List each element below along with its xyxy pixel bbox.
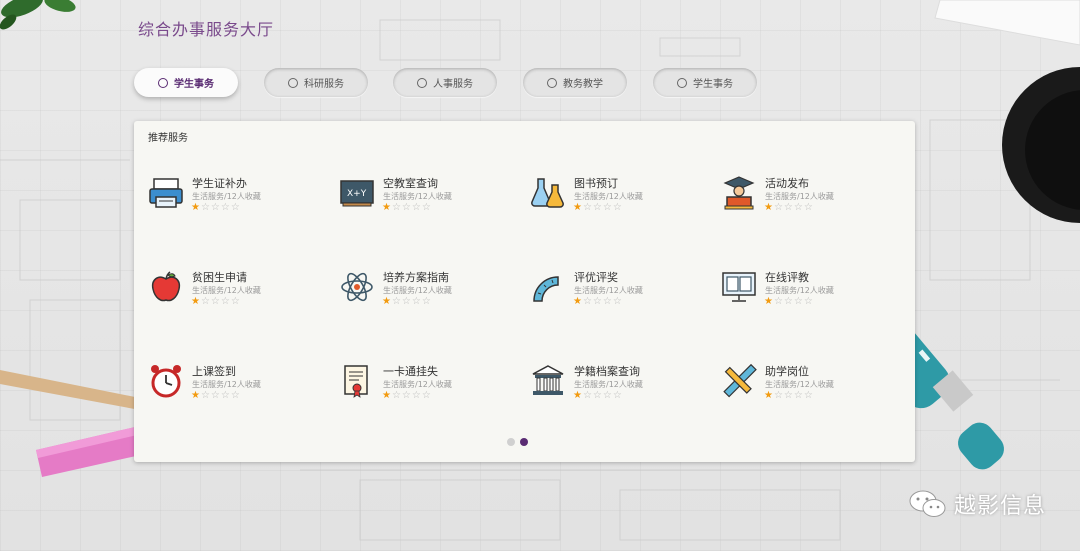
blackboard-icon: X+Y	[340, 180, 374, 207]
service-card[interactable]: 学生证补办 生活服务/12人收藏 ★☆☆☆☆	[148, 171, 328, 221]
service-meta: 生活服务/12人收藏	[765, 192, 834, 201]
service-meta: 生活服务/12人收藏	[574, 192, 643, 201]
tab-label: 学生事务	[693, 79, 733, 90]
service-card[interactable]: 助学岗位 生活服务/12人收藏 ★☆☆☆☆	[721, 359, 901, 409]
page-dot-1[interactable]	[507, 438, 515, 446]
rating-stars: ★☆☆☆☆	[764, 296, 814, 307]
service-name: 活动发布	[765, 177, 809, 190]
mug-decoration	[1002, 67, 1080, 223]
tab-personnel-services[interactable]: 人事服务	[393, 68, 497, 97]
service-name: 一卡通挂失	[383, 365, 438, 378]
service-card[interactable]: 图书预订 生活服务/12人收藏 ★☆☆☆☆	[530, 171, 710, 221]
tab-label: 人事服务	[433, 79, 473, 90]
rating-stars: ★☆☆☆☆	[191, 202, 241, 213]
rating-stars: ★☆☆☆☆	[764, 202, 814, 213]
watermark-text: 越影信息	[953, 494, 1046, 519]
flask-icon	[531, 178, 564, 208]
rating-stars: ★☆☆☆☆	[573, 390, 623, 401]
atom-icon	[341, 272, 373, 302]
service-card[interactable]: 培养方案指南 生活服务/12人收藏 ★☆☆☆☆	[339, 265, 519, 315]
service-card[interactable]: X+Y 空教室查询 生活服务/12人收藏 ★☆☆☆☆	[339, 171, 519, 221]
service-meta: 生活服务/12人收藏	[574, 380, 643, 389]
rating-stars: ★☆☆☆☆	[382, 296, 432, 307]
service-meta: 生活服务/12人收藏	[383, 380, 452, 389]
service-meta: 生活服务/12人收藏	[192, 192, 261, 201]
alarm-clock-icon	[151, 365, 181, 398]
tab-student-affairs[interactable]: 学生事务	[134, 68, 238, 97]
page-dot-2-active[interactable]	[520, 438, 528, 446]
tab-label: 教务教学	[563, 79, 603, 90]
service-name: 在线评教	[765, 271, 809, 284]
tab-research-services[interactable]: 科研服务	[264, 68, 368, 97]
apple-icon	[151, 271, 181, 302]
service-card[interactable]: 一卡通挂失 生活服务/12人收藏 ★☆☆☆☆	[339, 359, 519, 409]
ruler-pencil-icon	[723, 363, 757, 398]
service-name: 图书预订	[574, 177, 618, 190]
rating-stars: ★☆☆☆☆	[573, 202, 623, 213]
service-name: 学籍档案查询	[574, 365, 640, 378]
service-meta: 生活服务/12人收藏	[192, 286, 261, 295]
svg-text:X+Y: X+Y	[347, 189, 367, 199]
service-meta: 生活服务/12人收藏	[765, 380, 834, 389]
printer-icon	[149, 178, 183, 208]
service-meta: 生活服务/12人收藏	[383, 192, 452, 201]
category-tabs: 学生事务 科研服务 人事服务 教务教学 学生事务	[134, 68, 774, 98]
rating-stars: ★☆☆☆☆	[382, 202, 432, 213]
service-name: 培养方案指南	[383, 271, 449, 284]
radio-icon	[677, 77, 687, 88]
panel-title: 推荐服务	[148, 133, 188, 144]
service-name: 学生证补办	[192, 177, 247, 190]
service-card[interactable]: 学籍档案查询 生活服务/12人收藏 ★☆☆☆☆	[530, 359, 710, 409]
certificate-icon	[344, 365, 368, 398]
service-meta: 生活服务/12人收藏	[192, 380, 261, 389]
service-card[interactable]: 贫困生申请 生活服务/12人收藏 ★☆☆☆☆	[148, 265, 328, 315]
protractor-icon	[533, 276, 559, 302]
rating-stars: ★☆☆☆☆	[191, 296, 241, 307]
service-name: 评优评奖	[574, 271, 618, 284]
recommended-services-panel: 推荐服务 学生证补办 生活服务/12人收藏 ★☆☆☆☆ X+Y 空教室查询 生活…	[134, 121, 915, 462]
plant-decoration	[0, 0, 76, 30]
bank-building-icon	[532, 365, 564, 395]
service-meta: 生活服务/12人收藏	[574, 286, 643, 295]
radio-icon	[547, 77, 557, 88]
rating-stars: ★☆☆☆☆	[573, 296, 623, 307]
monitor-book-icon	[722, 272, 756, 302]
service-name: 助学岗位	[765, 365, 809, 378]
tab-teaching[interactable]: 教务教学	[523, 68, 627, 97]
wechat-icon	[909, 490, 946, 517]
tab-label: 学生事务	[174, 79, 214, 90]
service-name: 上课签到	[192, 365, 236, 378]
radio-icon	[158, 77, 168, 88]
radio-icon	[417, 77, 427, 88]
service-meta: 生活服务/12人收藏	[383, 286, 452, 295]
service-card[interactable]: 评优评奖 生活服务/12人收藏 ★☆☆☆☆	[530, 265, 710, 315]
rating-stars: ★☆☆☆☆	[764, 390, 814, 401]
radio-icon	[288, 77, 298, 88]
page-title: 综合办事服务大厅	[138, 20, 275, 39]
service-meta: 生活服务/12人收藏	[765, 286, 834, 295]
service-name: 空教室查询	[383, 177, 438, 190]
rating-stars: ★☆☆☆☆	[382, 390, 432, 401]
service-card[interactable]: 活动发布 生活服务/12人收藏 ★☆☆☆☆	[721, 171, 901, 221]
service-card[interactable]: 上课签到 生活服务/12人收藏 ★☆☆☆☆	[148, 359, 328, 409]
rating-stars: ★☆☆☆☆	[191, 390, 241, 401]
tab-student-affairs-2[interactable]: 学生事务	[653, 68, 757, 97]
graduate-icon	[723, 176, 755, 210]
service-name: 贫困生申请	[192, 271, 247, 284]
watermark: 越影信息	[908, 488, 1046, 520]
service-card[interactable]: 在线评教 生活服务/12人收藏 ★☆☆☆☆	[721, 265, 901, 315]
tab-label: 科研服务	[304, 79, 344, 90]
